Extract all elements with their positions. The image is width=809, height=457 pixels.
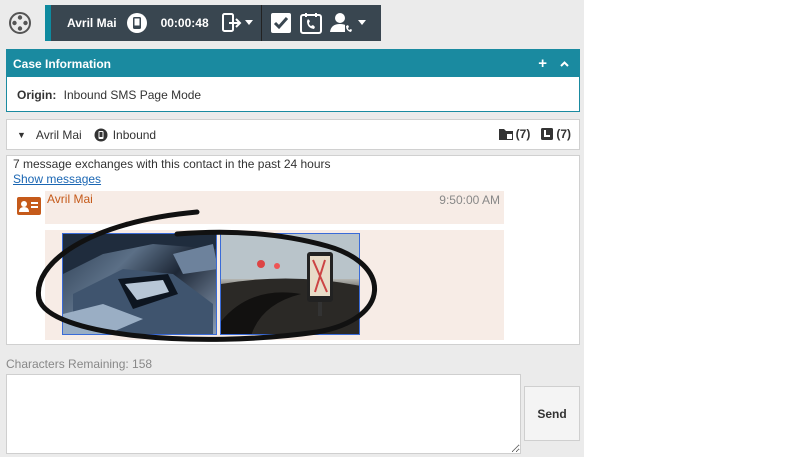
consult-button[interactable] bbox=[329, 12, 366, 34]
expand-caret[interactable]: ▼ bbox=[17, 130, 26, 140]
chevron-down-icon bbox=[244, 20, 253, 25]
interaction-bar: Avril Mai 00:00:48 bbox=[45, 5, 381, 41]
checkmark-icon bbox=[270, 13, 291, 33]
origin-value: Inbound SMS Page Mode bbox=[63, 88, 202, 102]
send-button[interactable]: Send bbox=[524, 386, 580, 441]
case-information-body: Origin: Inbound SMS Page Mode bbox=[7, 77, 579, 113]
phone-icon bbox=[126, 13, 147, 33]
settings-icon bbox=[9, 12, 31, 34]
case-information-title: Case Information bbox=[13, 56, 112, 71]
case-count: (7) bbox=[515, 127, 531, 141]
transfer-button[interactable] bbox=[221, 12, 253, 34]
history-icon bbox=[541, 128, 554, 140]
highlight-circle-annotation bbox=[35, 209, 378, 342]
case-information-header: Case Information + bbox=[7, 50, 579, 77]
chevron-down-icon bbox=[357, 20, 366, 25]
case-information-panel: Case Information + Origin: Inbound SMS P… bbox=[6, 49, 580, 112]
characters-remaining: Characters Remaining: 158 bbox=[6, 357, 153, 371]
done-button[interactable] bbox=[270, 12, 292, 34]
interaction-header: ▼ Avril Mai Inbound (7) (7) bbox=[6, 119, 580, 150]
history-count-button[interactable]: (7) bbox=[540, 127, 571, 141]
phone-icon bbox=[94, 128, 108, 141]
interaction-direction: Inbound bbox=[94, 128, 156, 142]
consult-icon bbox=[329, 13, 355, 33]
case-count-button[interactable]: (7) bbox=[498, 127, 531, 141]
call-timer: 00:00:48 bbox=[160, 16, 209, 30]
case-icon bbox=[498, 129, 513, 140]
contact-name: Avril Mai bbox=[67, 16, 117, 30]
chat-transcript[interactable]: 7 message exchanges with this contact in… bbox=[6, 155, 580, 345]
collapse-button[interactable] bbox=[560, 56, 569, 70]
add-case-data-button[interactable]: + bbox=[538, 55, 547, 72]
interaction-contact-name: Avril Mai bbox=[35, 127, 82, 142]
show-messages-link[interactable]: Show messages bbox=[13, 172, 101, 186]
interaction-panel: Avril Mai 00:00:48 Case Information + Or… bbox=[0, 0, 584, 457]
message-time: 9:50:00 AM bbox=[439, 193, 500, 207]
settings-button[interactable] bbox=[7, 10, 33, 36]
history-summary: 7 message exchanges with this contact in… bbox=[13, 157, 331, 171]
transfer-icon bbox=[221, 13, 242, 32]
interaction-counters: (7) (7) bbox=[498, 127, 571, 141]
toolbar: Avril Mai 00:00:48 bbox=[0, 0, 584, 46]
schedule-callback-button[interactable] bbox=[299, 12, 322, 34]
origin-label: Origin: bbox=[17, 88, 57, 102]
chevron-up-icon bbox=[560, 61, 569, 67]
message-input[interactable] bbox=[6, 374, 521, 454]
history-count: (7) bbox=[556, 127, 571, 141]
toolbar-divider bbox=[260, 5, 262, 41]
schedule-call-icon bbox=[299, 13, 322, 34]
direction-label: Inbound bbox=[112, 127, 157, 142]
